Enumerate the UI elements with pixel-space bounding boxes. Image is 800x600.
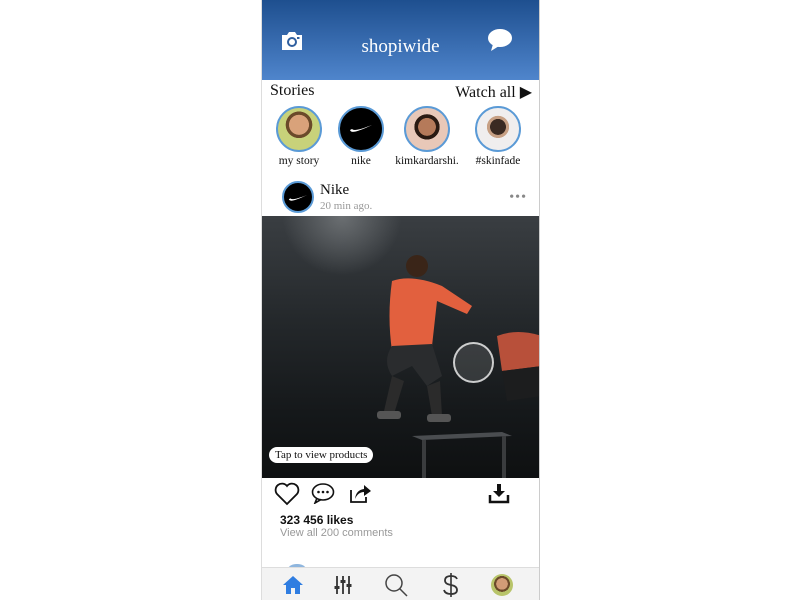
chat-bubble-icon[interactable] (487, 28, 513, 52)
phone-screen: shopiwide Stories Watch all ▶ my story n… (261, 0, 540, 600)
story-item[interactable]: kimkardarshi. (387, 106, 467, 167)
story-avatar (276, 106, 322, 152)
post-time: 20 min ago. (320, 200, 373, 212)
view-comments-link[interactable]: View all 200 comments (280, 527, 393, 539)
story-item[interactable]: #skinfade (458, 106, 538, 167)
post-author-name[interactable]: Nike (320, 182, 349, 199)
bottom-tab-bar (262, 567, 539, 600)
story-name: kimkardarshi. (395, 155, 459, 167)
more-options-button[interactable]: ••• (509, 190, 527, 206)
story-avatar (475, 106, 521, 152)
tab-filters[interactable] (329, 572, 357, 598)
profile-avatar (491, 574, 513, 596)
mirror-reflection (497, 332, 539, 401)
home-icon (283, 576, 303, 594)
story-avatar (338, 106, 384, 152)
tab-shop[interactable] (437, 572, 465, 598)
tab-search[interactable] (382, 572, 410, 598)
heart-icon[interactable] (274, 482, 300, 506)
post-author-avatar[interactable] (282, 181, 314, 213)
stories-label: Stories (270, 82, 315, 99)
athlete-figure (377, 255, 472, 422)
watch-all-link[interactable]: Watch all ▶ (455, 82, 532, 102)
tap-to-view-products-button[interactable]: Tap to view products (269, 447, 374, 463)
tab-home[interactable] (279, 572, 307, 598)
filters-icon (334, 576, 352, 594)
post-actions (262, 480, 539, 510)
comment-icon[interactable] (311, 482, 335, 504)
plyo-box (412, 432, 512, 478)
search-icon (385, 574, 408, 597)
share-icon[interactable] (348, 482, 372, 504)
download-icon[interactable] (488, 482, 510, 504)
post-header: Nike 20 min ago. ••• (262, 178, 539, 215)
post-image[interactable]: Tap to view products (262, 216, 539, 478)
top-bar: shopiwide (262, 0, 539, 80)
dollar-icon (443, 573, 458, 597)
story-avatar (404, 106, 450, 152)
stories-header: Stories Watch all ▶ (270, 80, 532, 102)
stories-row: my story nike kimkardarshi. #skinfade (262, 106, 539, 171)
story-name: #skinfade (475, 155, 521, 167)
likes-count: 323 456 likes (280, 513, 354, 527)
tab-profile[interactable] (488, 572, 516, 598)
nike-swoosh-icon (288, 195, 308, 201)
product-hotspot[interactable] (453, 342, 494, 383)
nike-swoosh-icon (350, 125, 372, 132)
